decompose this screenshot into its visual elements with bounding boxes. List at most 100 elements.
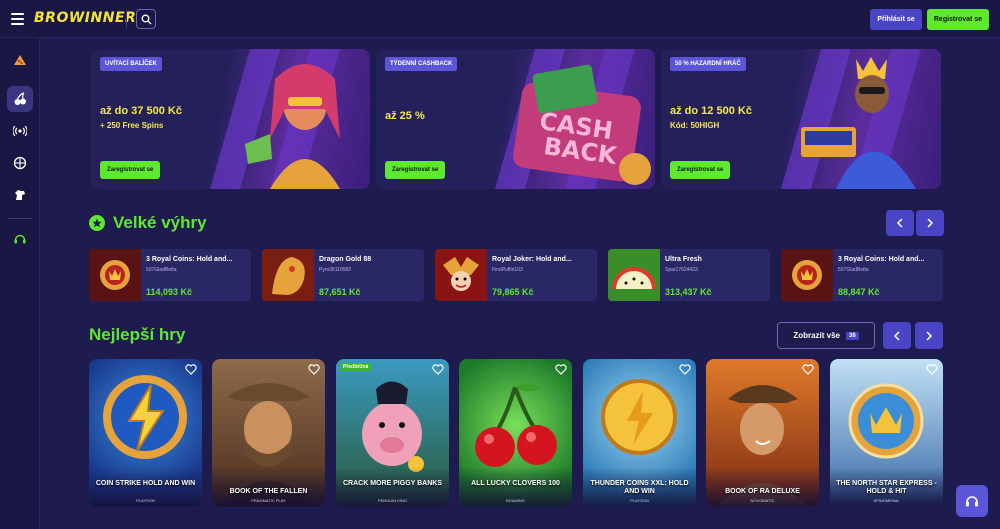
sidebar-item-virtual[interactable] — [7, 182, 33, 208]
search-button[interactable] — [136, 9, 156, 29]
big-win-item[interactable]: Ultra Fresh Spar17624423 313,437 Kč — [608, 249, 770, 301]
headset-icon — [14, 234, 26, 244]
banner-headline: až do 37 500 Kč — [100, 105, 182, 117]
game-card[interactable]: ALL LUCKY CLOVERS 100 BGAMING — [459, 359, 572, 507]
game-name: THE NORTH STAR EXPRESS - HOLD & HIT — [836, 480, 937, 495]
win-amount: 114,093 Kč — [146, 287, 193, 297]
heart-icon[interactable] — [802, 364, 814, 375]
login-button[interactable]: Přihlásit se — [870, 9, 922, 30]
promo-banner-welcome[interactable]: Uvítací balíček až do 37 500 Kč + 250 Fr… — [91, 49, 370, 189]
banner-tag: Týdenní cashback — [385, 57, 458, 71]
win-username: 507GladBetta — [838, 267, 869, 273]
banner-headline: až do 12 500 Kč — [670, 105, 752, 117]
game-card[interactable]: THUNDER COINS XXL: HOLD AND WIN PLAYSON — [583, 359, 696, 507]
game-provider: SPINOMENAL — [873, 498, 900, 503]
game-provider: PLAYSON — [630, 498, 649, 503]
banner-headline: až 25 % — [385, 110, 425, 122]
game-card[interactable]: THE NORTH STAR EXPRESS - HOLD & HIT SPIN… — [830, 359, 943, 507]
heart-icon[interactable] — [679, 364, 691, 375]
banner-art-cashback: CASH BACK — [495, 49, 651, 189]
game-name: ALL LUCKY CLOVERS 100 — [471, 480, 560, 487]
win-game-name: Dragon Gold 88 — [319, 256, 372, 263]
divider — [8, 218, 32, 219]
sidebar-item-support[interactable] — [7, 226, 33, 252]
show-all-button[interactable]: Zobrazit vše 36 — [777, 322, 875, 349]
win-game-name: Ultra Fresh — [665, 256, 702, 263]
sidebar-item-live[interactable] — [7, 118, 33, 144]
win-amount: 87,651 Kč — [319, 287, 361, 297]
game-thumbnail — [435, 249, 487, 301]
broadcast-icon — [13, 125, 27, 137]
pizza-icon — [14, 55, 26, 65]
top-games-next-button[interactable] — [915, 322, 943, 349]
big-wins-next-button[interactable] — [916, 210, 944, 236]
heart-icon[interactable] — [555, 364, 567, 375]
heart-icon[interactable] — [185, 364, 197, 375]
card-badge: Předběžná — [340, 363, 372, 371]
game-name: THUNDER COINS XXL: HOLD AND WIN — [590, 480, 689, 495]
win-username: 507GladBetta — [146, 267, 177, 273]
big-win-item[interactable]: Dragon Gold 88 Pyro38110992 87,651 Kč — [262, 249, 424, 301]
game-provider: PRAGMATIC PLAY — [251, 498, 286, 503]
search-icon — [141, 14, 152, 25]
game-provider: NOVOMATIC — [750, 498, 775, 503]
big-win-item[interactable]: 3 Royal Coins: Hold and... 507GladBetta … — [781, 249, 943, 301]
show-all-label: Zobrazit vše — [793, 331, 840, 340]
big-win-item[interactable]: 3 Royal Coins: Hold and... 507GladBetta … — [89, 249, 251, 301]
game-provider: PENGUIN KING — [377, 498, 408, 503]
win-amount: 79,865 Kč — [492, 287, 534, 297]
promo-banner-cashback[interactable]: CASH BACK Týdenní cashback až 25 % Zareg… — [376, 49, 655, 189]
win-game-name: 3 Royal Coins: Hold and... — [146, 256, 233, 263]
top-games-prev-button[interactable] — [883, 322, 911, 349]
top-bar: BROWINNER Přihlásit se Registrovat se — [0, 0, 1000, 38]
win-game-name: 3 Royal Coins: Hold and... — [838, 256, 925, 263]
banner-register-button[interactable]: Zaregistrovat se — [385, 161, 446, 179]
top-games-title: Nejlepší hry — [89, 325, 186, 344]
chevron-right-icon — [927, 218, 934, 228]
win-username: Spar17624423 — [665, 267, 698, 273]
game-card[interactable]: COIN STRIKE HOLD AND WIN PLAYSON — [89, 359, 202, 507]
big-wins-prev-button[interactable] — [886, 210, 914, 236]
game-card[interactable]: BOOK OF THE FALLEN PRAGMATIC PLAY — [212, 359, 325, 507]
game-name: BOOK OF RA DELUXE — [725, 488, 800, 495]
register-button[interactable]: Registrovat se — [927, 9, 989, 30]
game-thumbnail — [262, 249, 314, 301]
show-all-count: 36 — [846, 331, 859, 340]
game-card[interactable]: Předběžná CRACK MORE PIGGY BANKS PENGUIN… — [336, 359, 449, 507]
sidebar-item-promo[interactable] — [7, 48, 33, 74]
heart-icon[interactable] — [432, 364, 444, 375]
game-thumbnail — [89, 249, 141, 301]
banner-register-button[interactable]: Zaregistrovat se — [100, 161, 161, 179]
banner-tag: Uvítací balíček — [100, 57, 162, 71]
promo-banner-highroller[interactable]: 50 % hazardní hráč až do 12 500 Kč Kód: … — [661, 49, 941, 189]
game-provider: PLAYSON — [136, 498, 155, 503]
big-wins-title: Velké výhry — [113, 213, 207, 232]
game-name: COIN STRIKE HOLD AND WIN — [95, 480, 196, 487]
win-amount: 88,847 Kč — [838, 287, 880, 297]
win-game-name: Royal Joker: Hold and... — [492, 256, 572, 263]
logo[interactable]: BROWINNER — [34, 10, 136, 26]
chevron-left-icon — [893, 330, 900, 341]
heart-icon[interactable] — [308, 364, 320, 375]
game-name: BOOK OF THE FALLEN — [229, 488, 308, 495]
sidebar — [0, 38, 40, 529]
support-chat-button[interactable] — [956, 485, 988, 517]
banner-register-button[interactable]: Zaregistrovat se — [670, 161, 731, 179]
sidebar-item-sports[interactable] — [7, 150, 33, 176]
menu-icon[interactable] — [11, 13, 24, 25]
banner-subline: + 250 Free Spins — [100, 121, 164, 130]
sidebar-item-casino[interactable] — [7, 86, 33, 112]
banner-tag: 50 % hazardní hráč — [670, 57, 746, 71]
headset-icon — [966, 496, 978, 507]
banner-art-girl — [210, 49, 340, 189]
game-thumbnail — [608, 249, 660, 301]
heart-icon[interactable] — [926, 364, 938, 375]
chevron-left-icon — [896, 218, 903, 228]
divider — [126, 10, 127, 28]
star-icon — [89, 215, 105, 231]
horse-icon — [15, 190, 25, 200]
game-provider: BGAMING — [506, 498, 525, 503]
game-card[interactable]: BOOK OF RA DELUXE NOVOMATIC — [706, 359, 819, 507]
big-win-item[interactable]: Royal Joker: Hold and... FirstPuffin103 … — [435, 249, 597, 301]
win-amount: 313,437 Kč — [665, 287, 712, 297]
